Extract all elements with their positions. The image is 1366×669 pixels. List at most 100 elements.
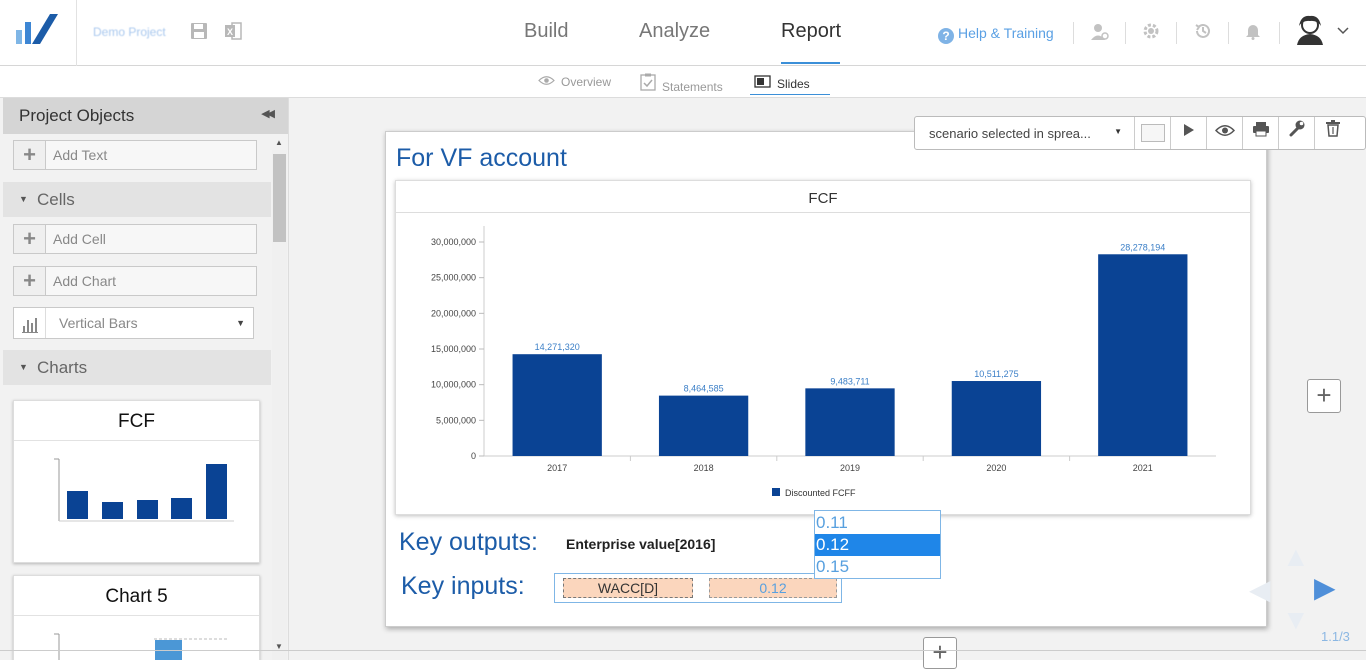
dropdown-option-selected[interactable]: 0.12 <box>815 534 940 556</box>
thumbnail-title: Chart 5 <box>105 586 168 607</box>
slides-icon <box>754 75 771 91</box>
nav-left-icon[interactable]: ◀ <box>1249 573 1271 606</box>
caret-down-icon: ▼ <box>1114 127 1122 136</box>
project-objects-panel: Project Objects ◀◀ + Add Text ▼ Cells + … <box>0 98 289 660</box>
wrench-icon <box>1289 120 1304 137</box>
page-indicator: 1.1/3 <box>1321 629 1350 644</box>
thumbnail-title: FCF <box>118 411 155 432</box>
separator <box>1279 22 1280 44</box>
add-slide-button[interactable]: + <box>1307 379 1341 413</box>
play-button[interactable] <box>1171 117 1207 149</box>
app-logo[interactable] <box>14 12 60 46</box>
color-picker-button[interactable] <box>1135 117 1171 149</box>
clipboard-check-icon <box>640 73 656 94</box>
panel-scrollbar[interactable]: ▲ ▼ <box>272 138 287 660</box>
key-inputs-label[interactable]: Key inputs: <box>401 572 525 601</box>
bell-icon[interactable] <box>1243 22 1263 42</box>
subtab-slides[interactable]: Slides <box>754 75 810 91</box>
thumbnail-bar <box>67 491 88 519</box>
bar <box>1098 254 1188 456</box>
plus-icon: + <box>14 225 46 253</box>
dropdown-option[interactable]: 0.15 <box>815 556 940 578</box>
chart-type-select[interactable]: Vertical Bars ▼ <box>13 307 254 339</box>
excel-export-icon[interactable]: X <box>223 22 243 42</box>
x-tick-label: 2019 <box>840 463 860 473</box>
nav-down-icon[interactable]: ▼ <box>1282 604 1310 636</box>
key-outputs-label[interactable]: Key outputs: <box>399 528 538 557</box>
tab-analyze[interactable]: Analyze <box>639 20 710 43</box>
scenario-select[interactable]: scenario selected in sprea... ▼ <box>915 117 1135 149</box>
bottom-border <box>0 650 1366 651</box>
chart-plot: 0 5,000,000 10,000,000 15,000,000 20,000,000… <box>431 226 1216 498</box>
slide[interactable]: For VF account FCF 0 5,000,000 10,000,000 1… <box>385 131 1267 669</box>
subtab-statements[interactable]: Statements <box>640 73 723 94</box>
add-element-button[interactable]: + <box>923 637 957 669</box>
subtab-overview[interactable]: Overview <box>538 75 611 89</box>
wacc-value-field[interactable]: 0.12 <box>709 578 837 598</box>
caret-down-icon: ▼ <box>19 194 28 204</box>
plus-icon: + <box>14 267 46 295</box>
project-name[interactable]: Demo Project <box>93 25 166 39</box>
gear-icon[interactable] <box>1141 22 1161 42</box>
y-tick-label: 25,000,000 <box>431 273 476 283</box>
help-icon: ? <box>938 28 954 44</box>
data-label: 10,511,275 <box>974 369 1018 379</box>
chart-thumbnail-chart5[interactable]: Chart 5 <box>13 575 260 660</box>
dropdown-option[interactable]: 0.11 <box>815 512 940 534</box>
wacc-name-field[interactable]: WACC[D] <box>563 578 693 598</box>
preview-button[interactable] <box>1207 117 1243 149</box>
avatar[interactable] <box>1295 14 1325 46</box>
chart-type-value: Vertical Bars <box>59 315 138 331</box>
thumbnail-bar <box>206 464 227 519</box>
delete-button[interactable] <box>1315 117 1351 149</box>
add-text-button[interactable]: + Add Text <box>13 140 257 170</box>
chart-thumbnail-fcf[interactable]: FCF <box>13 400 260 563</box>
add-chart-label: Add Chart <box>53 273 117 289</box>
caret-down-icon: ▼ <box>19 362 28 372</box>
data-label: 28,278,194 <box>1120 242 1165 252</box>
y-tick-label: 30,000,000 <box>431 237 476 247</box>
bar <box>951 381 1042 456</box>
trash-icon <box>1326 120 1340 137</box>
history-icon[interactable] <box>1193 22 1213 42</box>
separator <box>1125 22 1126 44</box>
nav-right-icon[interactable]: ▶ <box>1314 571 1336 604</box>
add-chart-button[interactable]: + Add Chart <box>13 266 257 296</box>
scrollbar-thumb[interactable] <box>273 154 286 242</box>
slide-toolbar: scenario selected in sprea... ▼ <box>914 116 1366 150</box>
charts-section-header[interactable]: ▼ Charts <box>3 350 271 385</box>
subtab-slides-label: Slides <box>777 77 810 91</box>
tab-report[interactable]: Report <box>781 20 841 43</box>
collapse-panel-icon[interactable]: ◀◀ <box>261 107 275 120</box>
nav-up-icon[interactable]: ▲ <box>1282 541 1310 573</box>
separator <box>1176 22 1177 44</box>
user-settings-icon[interactable] <box>1090 22 1110 42</box>
thumbnail-bar <box>137 500 158 519</box>
x-tick-label: 2018 <box>694 463 714 473</box>
save-icon[interactable] <box>189 22 209 42</box>
add-cell-button[interactable]: + Add Cell <box>13 224 257 254</box>
settings-button[interactable] <box>1279 117 1315 149</box>
x-tick-label: 2020 <box>986 463 1006 473</box>
cells-section-header[interactable]: ▼ Cells <box>3 182 271 217</box>
bar <box>658 395 749 456</box>
data-label: 8,464,585 <box>684 384 724 394</box>
slide-canvas: For VF account FCF 0 5,000,000 10,000,000 1… <box>289 98 1366 669</box>
help-training-link[interactable]: ? Help & Training <box>938 25 1054 44</box>
slide-title[interactable]: For VF account <box>396 144 567 173</box>
legend-swatch <box>772 488 780 496</box>
scroll-up-icon[interactable]: ▲ <box>275 138 283 147</box>
wacc-options-dropdown[interactable]: 0.11 0.12 0.15 <box>814 510 941 579</box>
y-tick-label: 10,000,000 <box>431 380 476 390</box>
chevron-down-icon[interactable] <box>1336 26 1350 36</box>
sub-navigation: Overview Statements Slides <box>0 66 1366 98</box>
enterprise-value-label[interactable]: Enterprise value[2016] <box>566 536 715 552</box>
tab-build[interactable]: Build <box>524 20 568 43</box>
separator <box>1073 22 1074 44</box>
svg-text:X: X <box>227 27 233 37</box>
color-swatch <box>1140 124 1165 143</box>
print-button[interactable] <box>1243 117 1279 149</box>
scenario-value: scenario selected in sprea... <box>929 126 1091 141</box>
key-input-cell[interactable]: WACC[D] 0.12 <box>554 573 842 603</box>
fcf-chart[interactable]: FCF 0 5,000,000 10,000,000 15,000,000 20,000… <box>395 180 1251 515</box>
